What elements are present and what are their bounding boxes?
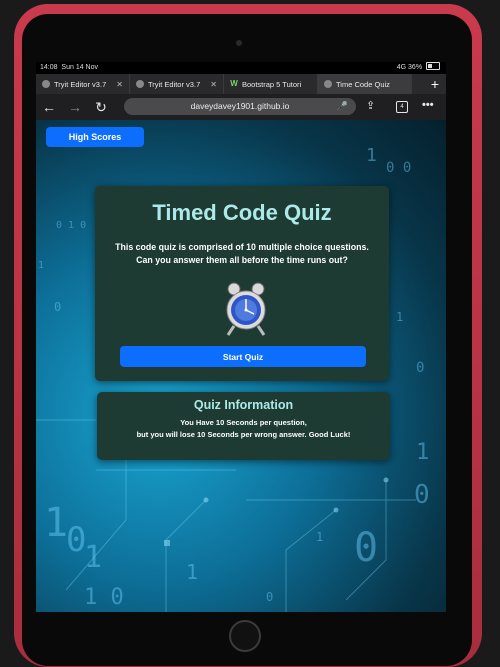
info-line1: You Have 10 Seconds per question, — [180, 418, 307, 427]
microphone-icon[interactable]: 🎤 — [337, 98, 348, 115]
tab-label: Tryit Editor v3.7 — [148, 79, 201, 89]
start-quiz-button[interactable]: Start Quiz — [120, 346, 366, 367]
reload-icon[interactable]: ↻ — [88, 99, 114, 116]
status-time: 14:08 — [40, 64, 58, 71]
status-bar: 14:08 Sun 14 Nov 4G 36% — [36, 62, 446, 74]
tablet-case: 14:08 Sun 14 Nov 4G 36% Tryit Editor v3.… — [0, 0, 500, 667]
status-date: Sun 14 Nov — [61, 64, 99, 71]
tab-bar: Tryit Editor v3.7 ✕ Tryit Editor v3.7 ✕ … — [36, 74, 446, 94]
close-icon[interactable]: ✕ — [116, 80, 123, 89]
tab-tryit-editor-2[interactable]: Tryit Editor v3.7 ✕ — [130, 74, 224, 94]
address-field[interactable]: daveydavey1901.github.io 🎤 — [124, 98, 356, 115]
quiz-description: This code quiz is comprised of 10 multip… — [95, 241, 389, 267]
page-content: 1 0 1 1 0 1 0 0 1 1 0 0 0 1 0 1 0 1 0 1 … — [36, 120, 446, 612]
globe-icon — [136, 80, 144, 88]
info-line2: but you will lose 10 Seconds per wrong a… — [136, 430, 351, 439]
quiz-description-line2: Can you answer them all before the time … — [136, 255, 348, 265]
tab-label: Bootstrap 5 Tutori — [242, 79, 302, 89]
tab-label: Tryit Editor v3.7 — [54, 79, 107, 89]
battery-icon — [426, 62, 440, 70]
share-icon[interactable]: ⇪ — [366, 99, 375, 112]
high-scores-button[interactable]: High Scores — [46, 127, 144, 147]
tab-time-code-quiz[interactable]: Time Code Quiz — [318, 74, 412, 94]
globe-icon — [42, 80, 50, 88]
battery-percent: 36% — [408, 64, 423, 71]
quiz-information-card: Quiz Information You Have 10 Seconds per… — [97, 392, 390, 460]
tabs-icon[interactable]: 4 — [396, 99, 408, 113]
quiz-description-line1: This code quiz is comprised of 10 multip… — [115, 242, 369, 252]
forward-icon[interactable]: → — [62, 99, 88, 115]
signal-text: 4G — [396, 64, 407, 71]
back-icon[interactable]: ← — [36, 99, 62, 115]
url-bar: ← → ↻ daveydavey1901.github.io 🎤 ⇪ 4 ••• — [36, 94, 446, 120]
tab-tryit-editor-1[interactable]: Tryit Editor v3.7 ✕ — [36, 74, 130, 94]
quiz-title: Timed Code Quiz — [152, 200, 332, 225]
info-text: You Have 10 Seconds per question, but yo… — [97, 417, 390, 441]
close-icon[interactable]: ✕ — [210, 80, 217, 89]
camera — [236, 40, 242, 46]
new-tab-icon[interactable]: + — [424, 76, 446, 92]
tab-bootstrap[interactable]: W Bootstrap 5 Tutori — [224, 74, 318, 94]
quiz-intro-card: Timed Code Quiz This code quiz is compri… — [95, 186, 389, 381]
w3schools-icon: W — [230, 79, 238, 88]
info-title: Quiz Information — [193, 398, 294, 412]
url-text: daveydavey1901.github.io — [190, 101, 290, 111]
more-icon[interactable]: ••• — [422, 99, 434, 111]
globe-icon — [324, 80, 332, 88]
tab-label: Time Code Quiz — [336, 79, 390, 89]
home-button[interactable] — [229, 620, 261, 652]
screen: 14:08 Sun 14 Nov 4G 36% Tryit Editor v3.… — [36, 62, 446, 612]
alarm-clock-icon — [226, 282, 266, 336]
